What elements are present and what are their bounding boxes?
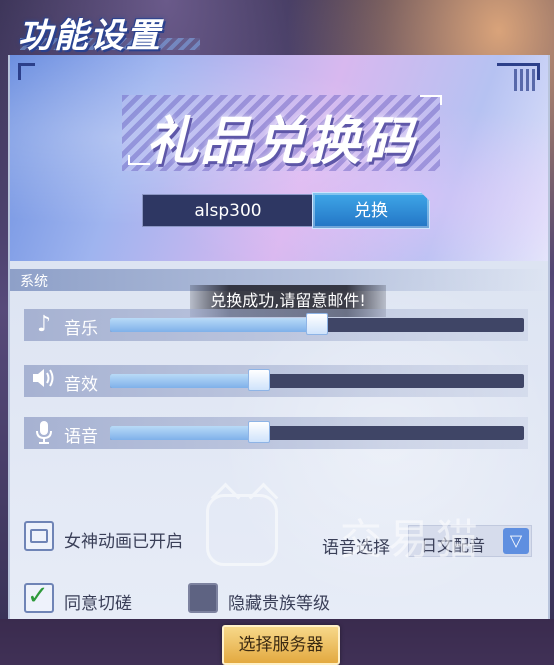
goddess-animation-label: 女神动画已开启	[64, 532, 183, 552]
voice-slider-row: 语音	[24, 417, 528, 449]
music-note-icon: ♪	[36, 312, 52, 337]
music-label: 音乐	[64, 319, 98, 339]
settings-panel: 礼品兑换码 兑换 系统 兑换成功,请留意邮件! ♪ 音乐 音效	[8, 55, 550, 665]
corner-decoration	[18, 63, 35, 80]
chevron-down-icon[interactable]: ▽	[503, 528, 529, 554]
voice-select-value: 日文配音	[421, 536, 486, 555]
sfx-slider-fill	[110, 374, 260, 388]
microphone-icon	[30, 419, 58, 447]
hide-noble-checkbox[interactable]	[188, 583, 218, 613]
stripe-decoration	[514, 69, 538, 91]
sfx-slider-row: 音效	[24, 365, 528, 397]
sfx-slider[interactable]	[110, 369, 524, 391]
goddess-animation-toggle[interactable]	[24, 521, 54, 551]
gift-title-banner: 礼品兑换码	[122, 95, 440, 172]
system-settings: 系统 兑换成功,请留意邮件! ♪ 音乐 音效 语音 女神动画已开启 语音选择 日…	[10, 261, 548, 665]
hide-noble-label: 隐藏贵族等级	[228, 594, 330, 614]
music-slider[interactable]	[110, 313, 524, 335]
voice-slider[interactable]	[110, 421, 524, 443]
music-slider-handle[interactable]	[306, 313, 328, 335]
play-screen-icon	[30, 529, 48, 543]
voice-language-select[interactable]: 日文配音 ▽	[408, 525, 532, 557]
agree-spar-label: 同意切磋	[64, 594, 132, 614]
bracket-decoration	[128, 155, 150, 165]
music-slider-fill	[110, 318, 317, 332]
gift-code-title: 礼品兑换码	[145, 112, 416, 172]
page-title: 功能设置	[18, 16, 162, 56]
music-slider-row: ♪ 音乐	[24, 309, 528, 341]
redeem-button[interactable]: 兑换	[312, 192, 430, 229]
checkmark-icon: ✓	[27, 581, 49, 611]
bracket-decoration	[420, 95, 442, 105]
section-label: 系统	[20, 274, 48, 290]
voice-slider-handle[interactable]	[248, 421, 271, 443]
voice-label: 语音	[64, 427, 98, 447]
agree-spar-checkbox[interactable]: ✓	[24, 581, 54, 613]
gift-code-box: 礼品兑换码 兑换	[10, 55, 548, 261]
speaker-icon	[30, 367, 58, 395]
sfx-slider-handle[interactable]	[248, 369, 271, 391]
gift-code-input[interactable]	[142, 194, 314, 227]
voice-slider-fill	[110, 426, 260, 440]
sfx-label: 音效	[64, 375, 98, 395]
voice-select-label: 语音选择	[322, 538, 390, 558]
select-server-button[interactable]: 选择服务器	[222, 625, 340, 665]
